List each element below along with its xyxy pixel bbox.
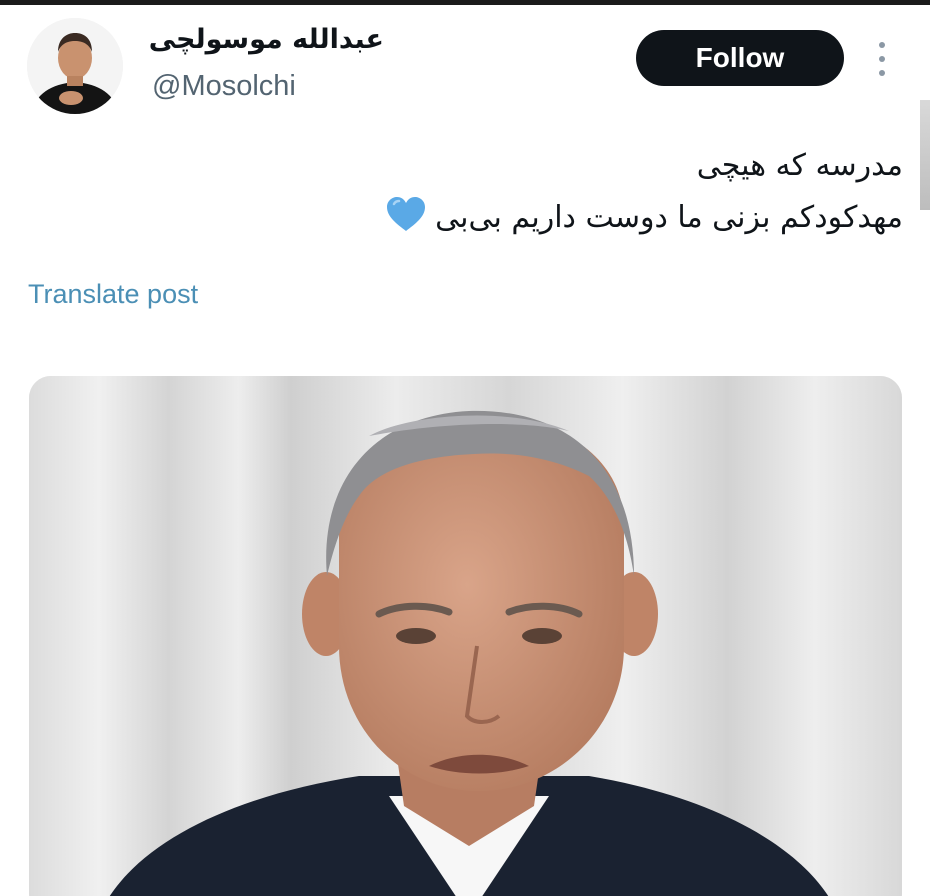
window-top-border [0, 0, 930, 5]
author-handle[interactable]: @Mosolchi [152, 66, 296, 106]
tweet-line: مدرسه که هیچی [696, 148, 903, 183]
tweet-line: مهدکودکم بزنی ما دوست داریم بی‌بی [435, 200, 903, 235]
more-options-icon[interactable] [870, 38, 894, 80]
photo-of-man-in-suit [29, 376, 902, 896]
translate-post-link[interactable]: Translate post [28, 276, 198, 312]
author-display-name[interactable]: عبدالله موسولچی [149, 20, 384, 60]
tweet-line-with-emoji: مهدکودکم بزنی ما دوست داریم بی‌بی [260, 192, 903, 244]
tweet-text: مدرسه که هیچی مهدکودکم بزنی ما دوست داری… [260, 140, 903, 244]
author-avatar[interactable] [27, 18, 123, 114]
avatar-image [27, 18, 123, 114]
tweet-media-image[interactable] [29, 376, 902, 896]
follow-button[interactable]: Follow [636, 30, 844, 86]
blue-heart-icon [387, 197, 426, 231]
scrollbar-thumb[interactable] [920, 100, 930, 210]
